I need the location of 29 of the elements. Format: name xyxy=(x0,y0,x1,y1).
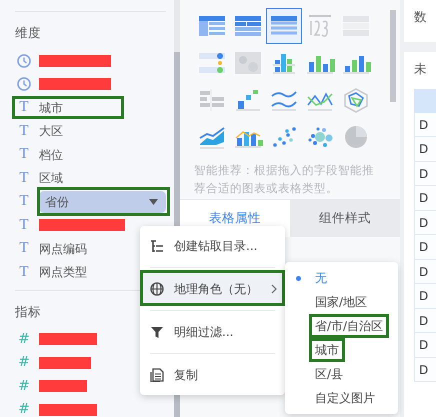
table-cell: D xyxy=(414,137,436,162)
text-field-icon: T xyxy=(17,237,31,260)
measure-icon: # xyxy=(17,399,31,417)
table-cell: D xyxy=(414,235,436,260)
section-title: 维度 xyxy=(15,24,42,42)
measure-icon: # xyxy=(17,352,31,374)
text-field-icon: T xyxy=(17,214,31,236)
table-cell: D xyxy=(414,358,436,382)
table-cell: D xyxy=(414,162,436,186)
measure-icon: # xyxy=(17,376,31,397)
text-field-icon: T xyxy=(17,143,31,166)
text-field-icon: T xyxy=(17,120,31,142)
panel-title: 数 xyxy=(414,9,427,24)
measure-icon: # xyxy=(17,328,31,350)
hint-text: 智能推荐：根据拖入的字段智能推荐合适的图表或表格类型。 xyxy=(193,162,375,197)
text-field-icon: T xyxy=(17,166,31,190)
panel-title: 未 xyxy=(414,60,428,78)
table-cell: D xyxy=(414,333,436,358)
table-cell: D xyxy=(414,284,436,309)
text-field-icon: T xyxy=(17,96,31,119)
field-label: 省份 xyxy=(45,194,69,210)
table-cell: D xyxy=(414,260,436,284)
text-field-icon: T xyxy=(17,190,31,213)
table-cell: D xyxy=(414,308,436,334)
table-cell: D xyxy=(414,112,436,138)
text-field-icon: T xyxy=(17,260,31,284)
table-cell: D xyxy=(414,210,436,236)
table-cell: D xyxy=(414,186,436,211)
section-title: 指标 xyxy=(15,302,42,321)
